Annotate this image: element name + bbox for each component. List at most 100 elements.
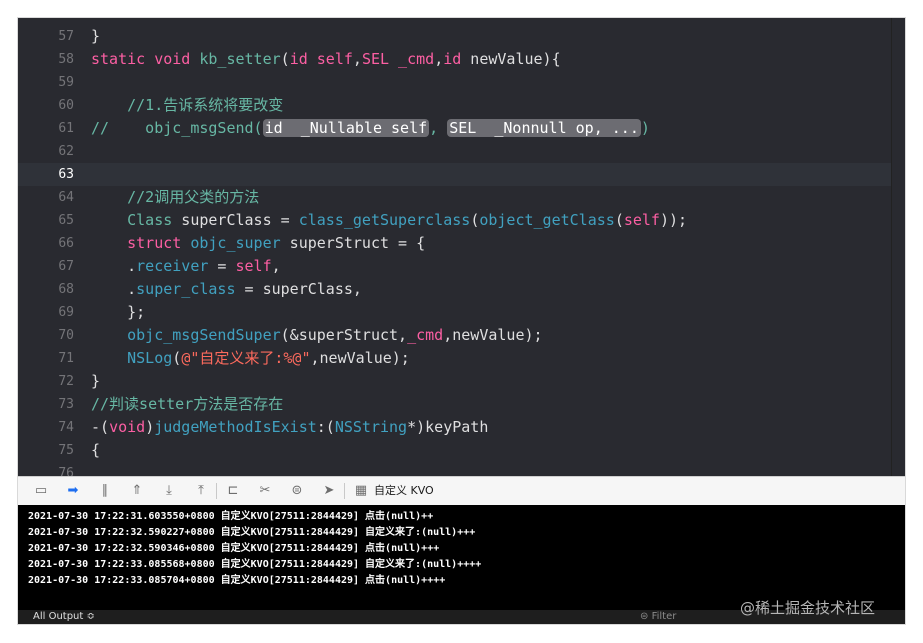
code-token: // objc_msgSend( [91,119,263,137]
line-number: 70 [58,328,74,343]
console-log-line: 2021-07-30 17:22:31.603550+0800 自定义KVO[2… [28,511,434,522]
line-number: 64 [58,190,74,205]
code-token: Class [127,211,173,229]
toolbar-separator [216,483,217,499]
code-token: , [271,257,281,275]
location-icon[interactable]: ➤ [320,483,338,499]
line-number: 62 [58,144,74,159]
code-line[interactable]: 75 { [18,439,891,462]
code-token: } [91,27,101,45]
code-token: //2调用父类的方法 [91,188,260,206]
code-token: . [91,280,137,298]
code-line[interactable]: 72} [18,370,891,393]
code-line[interactable]: 71 NSLog(@"自定义来了:%@",newValue); [18,347,891,370]
code-text: }; [91,301,145,324]
toolbar-separator [344,483,345,499]
line-number: 60 [58,98,74,113]
code-line[interactable]: 67 .receiver = self, [18,255,891,278]
code-token: (&superStruct, [280,326,408,344]
code-token: -( [91,418,110,436]
code-line[interactable]: 74 -(void)judgeMethodIsExist:(NSString*)k… [18,416,891,439]
step-over-icon[interactable]: ⇑ [128,483,146,499]
code-token: = superClass, [235,280,362,298]
code-text: static void kb_setter(id self,SEL _cmd,i… [91,48,561,71]
code-text: Class superClass = class_getSuperclass(o… [91,209,687,232]
breakpoints-icon[interactable]: ➡ [64,483,82,499]
line-number: 58 [58,52,74,67]
process-icon: ▦ [354,483,368,498]
environment-icon[interactable]: ⊜ [288,483,306,499]
code-line[interactable]: 59 [18,71,891,94]
code-line[interactable]: 64 //2调用父类的方法 [18,186,891,209]
step-out-icon[interactable]: ⤒ [192,483,210,499]
code-token: NSString [334,418,408,436]
code-line[interactable]: 65 Class superClass = class_getSuperclas… [18,209,891,232]
code-token: static void [91,50,200,68]
code-line[interactable]: 60 //1.告诉系统将要改变 [18,94,891,117]
line-number: 65 [58,213,74,228]
code-line[interactable]: 63 [18,163,891,186]
code-token: . [91,257,137,275]
code-line[interactable]: 70 objc_msgSendSuper(&superStruct,_cmd,n… [18,324,891,347]
process-label[interactable]: 自定义 KVO [374,483,434,499]
placeholder-token[interactable]: id _Nullable self [262,119,430,137]
code-token: _cmd [407,326,444,344]
code-text: -(void)judgeMethodIsExist:(NSString*)key… [91,416,488,439]
code-token: ,newValue); [443,326,543,344]
xcode-window: 57} 58 static void kb_setter(id self,SEL _… [18,18,905,624]
code-token: } [91,372,101,390]
step-into-icon[interactable]: ⤓ [160,483,178,499]
console-log-line: 2021-07-30 17:22:33.085568+0800 自定义KVO[2… [28,559,482,570]
code-token: ( [280,50,290,68]
code-token: objc_msgSendSuper [127,326,281,344]
code-text: .super_class = superClass, [91,278,362,301]
code-text: struct objc_super superStruct = { [91,232,425,255]
line-number: 69 [58,305,74,320]
code-token: self [623,211,660,229]
code-token: ( [614,211,624,229]
line-number: 71 [58,351,74,366]
line-number: 72 [58,374,74,389]
code-token: ) [145,418,155,436]
code-token: receiver [136,257,209,275]
line-number: 68 [58,282,74,297]
code-token: }; [91,303,146,321]
code-text: } [91,370,100,393]
code-token: *)keyPath [407,418,489,436]
hide-console-icon[interactable]: ▭ [32,483,50,499]
debug-toolbar: ▭ ➡ ∥ ⇑ ⤓ ⤒ ⊏ ✂ ⊜ ➤ ▦ 自定义 KVO [18,476,905,506]
code-token: NSLog [127,349,173,367]
code-line[interactable]: 57} [18,25,891,48]
code-token: struct [127,234,191,252]
code-line[interactable]: 69 }; [18,301,891,324]
code-token: @"自定义来了:%@" [181,349,311,367]
code-token: newValue){ [461,50,561,68]
line-number: 74 [58,420,74,435]
code-token: class_getSuperclass [298,211,471,229]
placeholder-token[interactable]: SEL _Nonnull op, ... [447,119,641,137]
code-token: judgeMethodIsExist [154,418,317,436]
code-token: , [352,50,362,68]
code-line[interactable]: 66 struct objc_super superStruct = { [18,232,891,255]
filter-placeholder: Filter [651,611,677,622]
pause-icon[interactable]: ∥ [96,483,114,499]
output-selector[interactable]: All Output ≎ [33,610,95,624]
code-line[interactable]: 58 static void kb_setter(id self,SEL _cmd… [18,48,891,71]
code-token: :( [316,418,335,436]
code-line[interactable]: 61 // objc_msgSend(id _Nullable self, SEL… [18,117,891,140]
code-text: objc_msgSendSuper(&superStruct,_cmd,newV… [91,324,543,347]
memory-graph-icon[interactable]: ✂ [256,483,274,499]
code-line[interactable]: 73 //判读setter方法是否存在 [18,393,891,416]
filter-icon: ⊜ [640,611,652,622]
view-hierarchy-icon[interactable]: ⊏ [224,483,242,499]
watermark: @稀土掘金技术社区 [740,599,876,617]
code-line[interactable]: 68 .super_class = superClass, [18,278,891,301]
source-editor[interactable]: 57} 58 static void kb_setter(id self,SEL _… [18,18,891,481]
code-line[interactable]: 62 [18,140,891,163]
editor-scrollbar[interactable] [891,18,905,476]
console-log-line: 2021-07-30 17:22:32.590346+0800 自定义KVO[2… [28,543,440,554]
line-number: 61 [58,121,74,136]
